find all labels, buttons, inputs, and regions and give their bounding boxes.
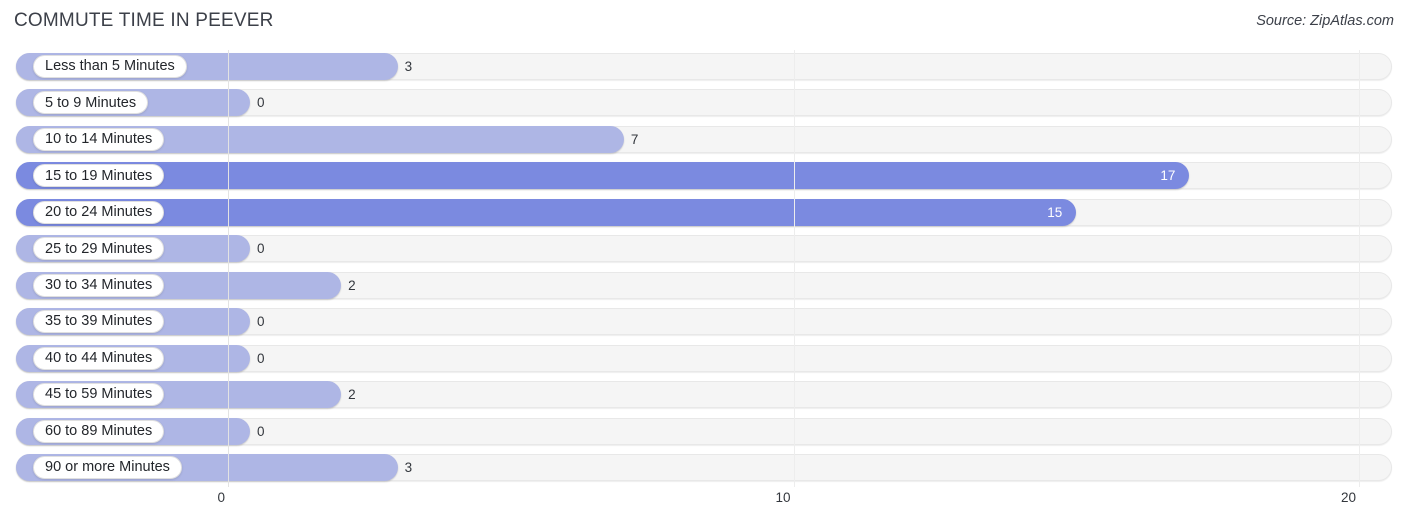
- bar-row[interactable]: 45 to 59 Minutes 2: [0, 378, 1406, 415]
- plot-area: Less than 5 Minutes 3 5 to 9 Minutes 0 10 to…: [0, 50, 1406, 487]
- bar-value-label: 0: [257, 95, 265, 111]
- x-axis: 0 10 20: [0, 487, 1406, 523]
- bar-value-label: 0: [257, 350, 265, 366]
- category-label: 45 to 59 Minutes: [45, 386, 153, 403]
- category-label-pill: 20 to 24 Minutes: [33, 200, 165, 224]
- category-label: 10 to 14 Minutes: [45, 131, 153, 148]
- category-label-pill: 35 to 39 Minutes: [33, 310, 165, 334]
- category-label: 40 to 44 Minutes: [45, 349, 153, 366]
- category-label: 20 to 24 Minutes: [45, 204, 153, 221]
- category-label-pill: 30 to 34 Minutes: [33, 273, 165, 297]
- bar-value-label: 0: [257, 314, 265, 330]
- category-label-pill: 60 to 89 Minutes: [33, 419, 165, 443]
- category-label: 35 to 39 Minutes: [45, 313, 153, 330]
- bar-row[interactable]: 35 to 39 Minutes 0: [0, 305, 1406, 342]
- bar-row[interactable]: 20 to 24 Minutes 15: [0, 196, 1406, 233]
- category-label: 15 to 19 Minutes: [45, 167, 153, 184]
- bar-row[interactable]: 90 or more Minutes 3: [0, 451, 1406, 488]
- bar-value-label: 0: [257, 423, 265, 439]
- category-label: 25 to 29 Minutes: [45, 240, 153, 257]
- category-label-pill: 45 to 59 Minutes: [33, 383, 165, 407]
- category-label: 60 to 89 Minutes: [45, 422, 153, 439]
- bar-row[interactable]: 15 to 19 Minutes 17: [0, 159, 1406, 196]
- bar-value-label: 17: [1160, 168, 1176, 184]
- bar-fill[interactable]: [16, 162, 1190, 190]
- category-label-pill: 15 to 19 Minutes: [33, 164, 165, 188]
- bar-value-label: 0: [257, 241, 265, 257]
- gridline: [228, 50, 229, 487]
- category-label-pill: 25 to 29 Minutes: [33, 237, 165, 261]
- bar-value-label: 15: [1047, 204, 1063, 220]
- bar-value-label: 3: [404, 459, 413, 475]
- gridline: [1359, 50, 1360, 487]
- category-label: 5 to 9 Minutes: [45, 94, 137, 111]
- bar-fill[interactable]: [16, 198, 1077, 226]
- bar-row[interactable]: Less than 5 Minutes 3: [0, 50, 1406, 87]
- axis-tick-label: 20: [1340, 490, 1356, 505]
- category-label-pill: 40 to 44 Minutes: [33, 346, 165, 370]
- bar-value-label: 2: [348, 387, 356, 403]
- category-label-pill: 90 or more Minutes: [33, 455, 182, 479]
- category-label: Less than 5 Minutes: [45, 58, 175, 75]
- category-label-pill: 10 to 14 Minutes: [33, 127, 165, 151]
- axis-tick-label: 0: [217, 490, 225, 505]
- category-label-pill: 5 to 9 Minutes: [33, 91, 149, 115]
- bar-row[interactable]: 30 to 34 Minutes 2: [0, 269, 1406, 306]
- bar-row[interactable]: 10 to 14 Minutes 7: [0, 123, 1406, 160]
- bar-row[interactable]: 5 to 9 Minutes 0: [0, 86, 1406, 123]
- bar-value-label: 3: [404, 59, 413, 74]
- axis-tick-label: 10: [775, 490, 791, 505]
- bar-row[interactable]: 60 to 89 Minutes 0: [0, 415, 1406, 452]
- category-label: 30 to 34 Minutes: [45, 276, 153, 293]
- source-attribution: Source: ZipAtlas.com: [1256, 13, 1394, 29]
- bar-row[interactable]: 25 to 29 Minutes 0: [0, 232, 1406, 269]
- category-label-pill: Less than 5 Minutes: [33, 55, 187, 78]
- bar-row[interactable]: 40 to 44 Minutes 0: [0, 342, 1406, 379]
- bar-value-label: 7: [630, 131, 639, 147]
- category-label: 90 or more Minutes: [45, 459, 170, 476]
- page-title: COMMUTE TIME IN PEEVER: [14, 10, 274, 31]
- chart-container: COMMUTE TIME IN PEEVER Source: ZipAtlas.…: [0, 0, 1406, 523]
- bar-value-label: 2: [348, 277, 356, 293]
- gridline: [793, 50, 795, 487]
